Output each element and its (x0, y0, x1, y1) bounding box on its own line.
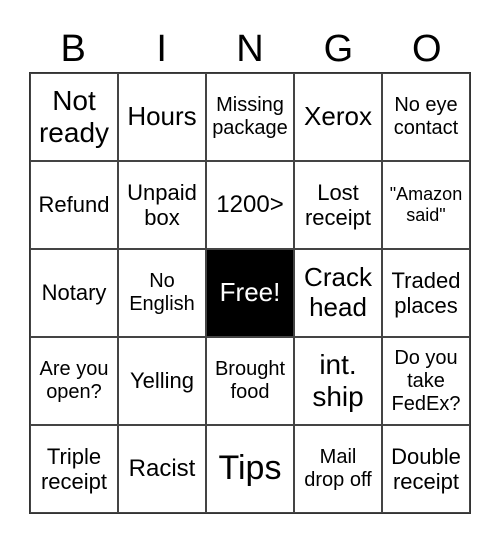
bingo-cell[interactable]: Do you take FedEx? (382, 337, 470, 425)
cell-label: Xerox (304, 101, 372, 132)
cell-label: Do you take FedEx? (391, 346, 461, 415)
cell-label: Hours (127, 101, 197, 132)
bingo-cell[interactable]: "Amazon said" (382, 161, 470, 249)
cell-label: Refund (38, 192, 110, 218)
bingo-cell[interactable]: Yelling (118, 337, 206, 425)
cell-label: Racist (128, 455, 196, 483)
cell-label: Double receipt (391, 443, 461, 494)
cell-label: Triple receipt (40, 443, 108, 494)
cell-label: No English (129, 270, 195, 315)
cell-label: Not ready (38, 84, 110, 148)
cell-label: Unpaid box (127, 179, 197, 230)
bingo-cell[interactable]: Xerox (294, 73, 382, 161)
bingo-cell[interactable]: Missing package (206, 73, 294, 161)
bingo-cell[interactable]: Not ready (30, 73, 118, 161)
bingo-cell[interactable]: Crack head (294, 249, 382, 337)
bingo-cell[interactable]: No English (118, 249, 206, 337)
bingo-cell[interactable]: Hours (118, 73, 206, 161)
bingo-cell[interactable]: Lost receipt (294, 161, 382, 249)
bingo-cell[interactable]: No eye contact (382, 73, 470, 161)
bingo-cell[interactable]: Unpaid box (118, 161, 206, 249)
bingo-header: B I N G O (29, 24, 471, 74)
cell-label: Lost receipt (304, 179, 372, 230)
bingo-cell[interactable]: Triple receipt (30, 425, 118, 513)
cell-label: 1200> (216, 191, 284, 219)
cell-label: Brought food (214, 358, 286, 403)
bingo-cell[interactable]: Double receipt (382, 425, 470, 513)
cell-label: Crack head (304, 262, 372, 322)
cell-label: Are you open? (39, 358, 109, 403)
bingo-cell[interactable]: 1200> (206, 161, 294, 249)
bingo-cell[interactable]: Refund (30, 161, 118, 249)
cell-label: Tips (218, 449, 282, 488)
bingo-cell[interactable]: Notary (30, 249, 118, 337)
bingo-cell[interactable]: Tips (206, 425, 294, 513)
bingo-cell[interactable]: Brought food (206, 337, 294, 425)
header-letter-i: I (156, 28, 167, 70)
header-letter-n: N (236, 28, 264, 70)
cell-label: Notary (41, 280, 107, 306)
free-space-cell[interactable]: Free! (206, 249, 294, 337)
bingo-cell[interactable]: Traded places (382, 249, 470, 337)
cell-label: int. ship (312, 348, 364, 412)
cell-label: Free! (219, 277, 281, 308)
cell-label: Mail drop off (304, 446, 372, 491)
cell-label: Traded places (391, 267, 461, 318)
header-letter-b: B (60, 28, 86, 70)
bingo-cell[interactable]: Are you open? (30, 337, 118, 425)
cell-label: "Amazon said" (389, 184, 463, 225)
bingo-grid: Not ready Hours Missing package Xerox No eye… (29, 72, 471, 514)
header-letter-o: O (412, 28, 442, 70)
cell-label: Missing package (212, 94, 288, 139)
cell-label: No eye contact (393, 94, 459, 139)
bingo-cell[interactable]: int. ship (294, 337, 382, 425)
bingo-cell[interactable]: Racist (118, 425, 206, 513)
header-letter-g: G (323, 28, 354, 70)
bingo-cell[interactable]: Mail drop off (294, 425, 382, 513)
cell-label: Yelling (129, 368, 195, 394)
